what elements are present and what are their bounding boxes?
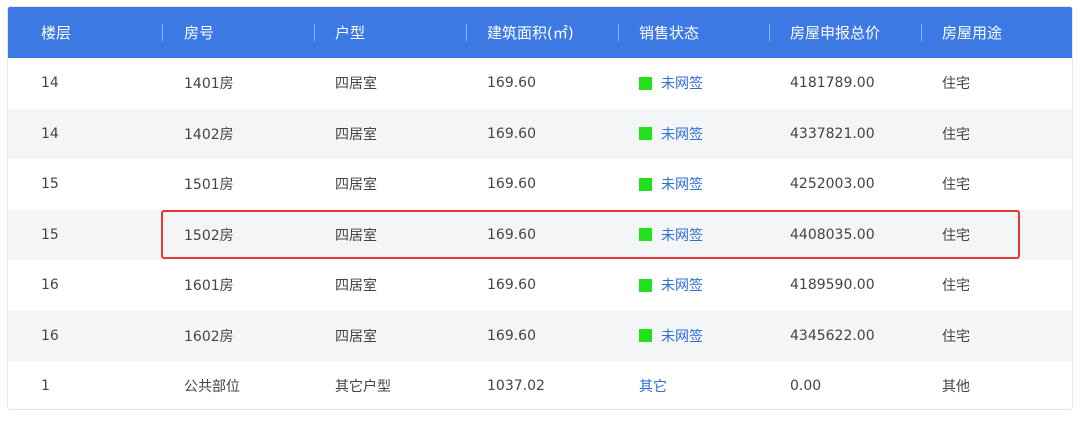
status-marker-icon (639, 228, 652, 242)
area-cell: 169.60 (487, 277, 536, 294)
housing-units-table: 楼层 房号 户型 建筑面积(㎡) 销售状态 房屋申报总价 房屋用途 14 140… (7, 6, 1073, 410)
area-cell: 169.60 (487, 75, 536, 92)
use-cell: 住宅 (942, 278, 970, 295)
header-price: 房屋申报总价 (790, 24, 881, 42)
use-cell: 住宅 (942, 177, 970, 194)
area-cell: 169.60 (487, 125, 536, 142)
room-cell: 公共部位 (184, 379, 240, 396)
floor-cell: 14 (41, 125, 59, 142)
status-cell[interactable]: 其它 (639, 361, 667, 409)
area-cell: 1037.02 (487, 378, 545, 395)
use-cell: 住宅 (942, 227, 970, 244)
table-row: 16 1601房 四居室 169.60 未网签 4189590.00 住宅 (8, 260, 1072, 311)
status-label: 未网签 (661, 278, 703, 295)
status-marker-icon (639, 76, 652, 90)
price-cell: 4189590.00 (790, 277, 875, 294)
header-divider (921, 24, 922, 41)
floor-cell: 15 (41, 226, 59, 243)
type-cell: 四居室 (335, 76, 377, 93)
price-cell: 4181789.00 (790, 75, 875, 92)
area-cell: 169.60 (487, 327, 536, 344)
header-divider (466, 24, 467, 41)
price-cell: 4345622.00 (790, 327, 875, 344)
table-header-row: 楼层 房号 户型 建筑面积(㎡) 销售状态 房屋申报总价 房屋用途 (8, 7, 1072, 58)
price-cell: 0.00 (790, 378, 822, 395)
price-cell: 4337821.00 (790, 125, 875, 142)
floor-cell: 16 (41, 277, 59, 294)
type-cell: 四居室 (335, 328, 377, 345)
floor-cell: 14 (41, 75, 59, 92)
header-divider (162, 24, 163, 41)
use-cell: 住宅 (942, 76, 970, 93)
price-cell: 4408035.00 (790, 226, 875, 243)
status-marker-icon (639, 329, 652, 343)
status-label: 未网签 (661, 177, 703, 194)
header-area: 建筑面积(㎡) (487, 24, 574, 42)
room-cell: 1402房 (184, 126, 234, 143)
status-marker-icon (639, 278, 652, 292)
status-label: 未网签 (661, 328, 703, 345)
table-row: 14 1401房 四居室 169.60 未网签 4181789.00 住宅 (8, 58, 1072, 109)
header-use: 房屋用途 (942, 24, 1003, 42)
table-row: 16 1602房 四居室 169.60 未网签 4345622.00 住宅 (8, 310, 1072, 362)
header-divider (618, 24, 619, 41)
table-row: 15 1501房 四居室 169.60 未网签 4252003.00 住宅 (8, 159, 1072, 210)
header-room: 房号 (184, 24, 215, 42)
header-divider (769, 24, 770, 41)
header-floor: 楼层 (41, 24, 72, 42)
table-row: 1 公共部位 其它户型 1037.02 其它 0.00 其他 (8, 361, 1072, 409)
room-cell: 1502房 (184, 227, 234, 244)
floor-cell: 15 (41, 176, 59, 193)
room-cell: 1601房 (184, 278, 234, 295)
type-cell: 四居室 (335, 227, 377, 244)
room-cell: 1602房 (184, 328, 234, 345)
status-cell[interactable]: 未网签 (639, 109, 703, 160)
table-row-highlighted: 15 1502房 四居室 169.60 未网签 4408035.00 住宅 (8, 209, 1072, 261)
use-cell: 住宅 (942, 126, 970, 143)
status-marker-icon (639, 127, 652, 141)
status-label: 其它 (639, 379, 667, 396)
type-cell: 四居室 (335, 177, 377, 194)
status-cell[interactable]: 未网签 (639, 311, 703, 362)
floor-cell: 16 (41, 327, 59, 344)
status-label: 未网签 (661, 227, 703, 244)
use-cell: 其他 (942, 379, 970, 396)
area-cell: 169.60 (487, 226, 536, 243)
room-cell: 1401房 (184, 76, 234, 93)
status-cell[interactable]: 未网签 (639, 260, 703, 311)
status-label: 未网签 (661, 126, 703, 143)
room-cell: 1501房 (184, 177, 234, 194)
header-status: 销售状态 (639, 24, 700, 42)
header-type: 户型 (335, 24, 366, 42)
table-row: 14 1402房 四居室 169.60 未网签 4337821.00 住宅 (8, 108, 1072, 160)
type-cell: 四居室 (335, 126, 377, 143)
area-cell: 169.60 (487, 176, 536, 193)
status-cell[interactable]: 未网签 (639, 58, 703, 109)
price-cell: 4252003.00 (790, 176, 875, 193)
use-cell: 住宅 (942, 328, 970, 345)
floor-cell: 1 (41, 378, 50, 395)
status-label: 未网签 (661, 76, 703, 93)
status-marker-icon (639, 177, 652, 191)
type-cell: 四居室 (335, 278, 377, 295)
status-cell[interactable]: 未网签 (639, 210, 703, 261)
status-cell[interactable]: 未网签 (639, 159, 703, 210)
header-divider (314, 24, 315, 41)
type-cell: 其它户型 (335, 379, 391, 396)
